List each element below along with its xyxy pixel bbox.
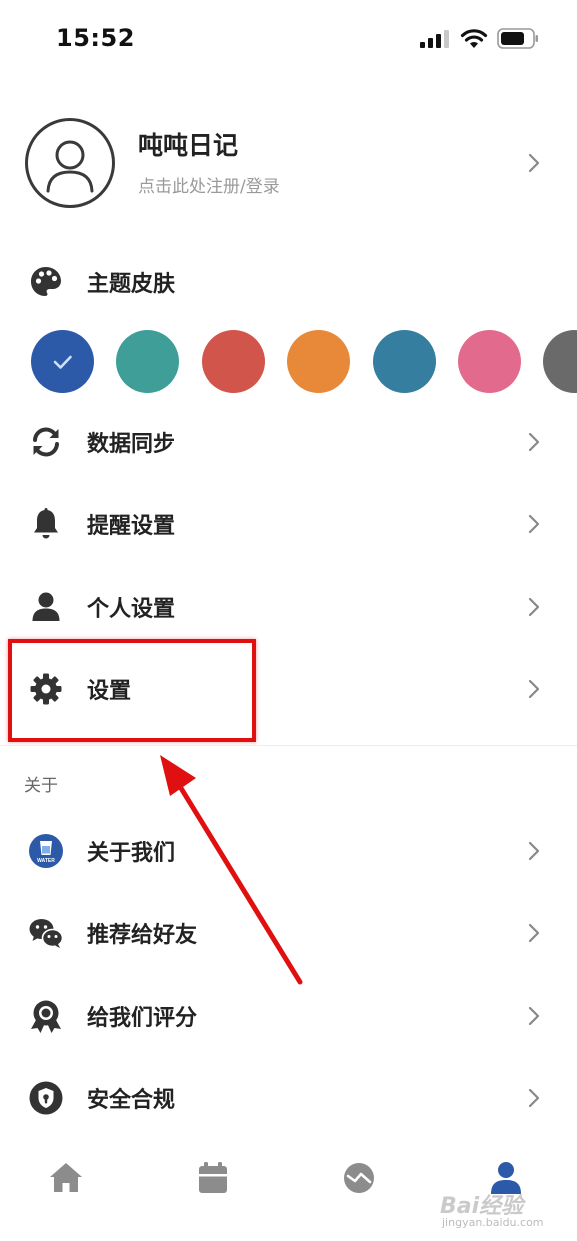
avatar[interactable] <box>25 118 115 208</box>
status-time: 15:52 <box>56 24 135 52</box>
theme-swatches <box>0 330 577 394</box>
person-icon <box>32 592 60 621</box>
sync-icon <box>33 427 59 457</box>
chevron-right-icon <box>528 1006 540 1026</box>
check-icon <box>53 355 72 369</box>
signal-icon <box>420 30 449 48</box>
swatch-blue[interactable] <box>31 330 94 393</box>
swatch-gray[interactable] <box>543 330 577 393</box>
swatch-teal[interactable] <box>116 330 179 393</box>
sync-label: 数据同步 <box>87 432 176 457</box>
chevron-right-icon <box>528 153 540 173</box>
theme-skin-label: 主题皮肤 <box>87 272 176 297</box>
security-compliance-row[interactable]: 安全合规 <box>0 1057 577 1139</box>
section-divider <box>0 745 577 746</box>
chevron-right-icon <box>528 841 540 861</box>
shield-lock-icon <box>29 1081 63 1115</box>
watermark-url: jingyan.baidu.com <box>442 1216 544 1229</box>
reminder-settings-row[interactable]: 提醒设置 <box>0 483 577 565</box>
user-outline-icon <box>46 140 94 193</box>
annotation-arrow <box>160 755 303 985</box>
security-compliance-label: 安全合规 <box>87 1088 176 1113</box>
personal-settings-row[interactable]: 个人设置 <box>0 566 577 648</box>
bell-icon <box>34 508 58 539</box>
swatch-pink[interactable] <box>458 330 521 393</box>
swatch-orange[interactable] <box>287 330 350 393</box>
palette-icon <box>31 267 61 296</box>
login-prompt[interactable]: 点击此处注册/登录 <box>138 172 280 197</box>
profile-name: 吨吨日记 <box>138 131 239 160</box>
chevron-right-icon <box>528 597 540 617</box>
chevron-right-icon <box>528 1088 540 1108</box>
status-bar: 15:52 <box>0 0 577 80</box>
chevron-right-icon <box>528 923 540 943</box>
chevron-right-icon <box>528 514 540 534</box>
rate-us-label: 给我们评分 <box>87 1006 198 1031</box>
water-app-logo-icon: WATER <box>29 834 63 868</box>
award-badge-icon <box>31 1000 61 1033</box>
profile-card[interactable]: 吨吨日记 点击此处注册/登录 <box>0 112 577 212</box>
tab-home-icon[interactable] <box>46 1158 86 1198</box>
swatch-steel-blue[interactable] <box>373 330 436 393</box>
battery-icon <box>497 28 538 49</box>
personal-settings-label: 个人设置 <box>87 597 176 622</box>
sync-row[interactable]: 数据同步 <box>0 401 577 483</box>
tab-stats-icon[interactable] <box>339 1158 379 1198</box>
swatch-red[interactable] <box>202 330 265 393</box>
annotation-highlight-box <box>8 639 256 742</box>
reminder-settings-label: 提醒设置 <box>87 514 176 539</box>
wechat-icon <box>29 919 64 948</box>
tab-calendar-icon[interactable] <box>193 1158 233 1198</box>
chevron-right-icon <box>528 679 540 699</box>
about-section-title: 关于 <box>24 776 58 796</box>
watermark: Bai经验 jingyan.baidu.com <box>440 1188 577 1238</box>
water-badge-text: WATER <box>37 858 55 864</box>
chevron-right-icon <box>528 432 540 452</box>
wifi-icon <box>460 29 488 48</box>
theme-skin-row: 主题皮肤 <box>0 241 577 323</box>
